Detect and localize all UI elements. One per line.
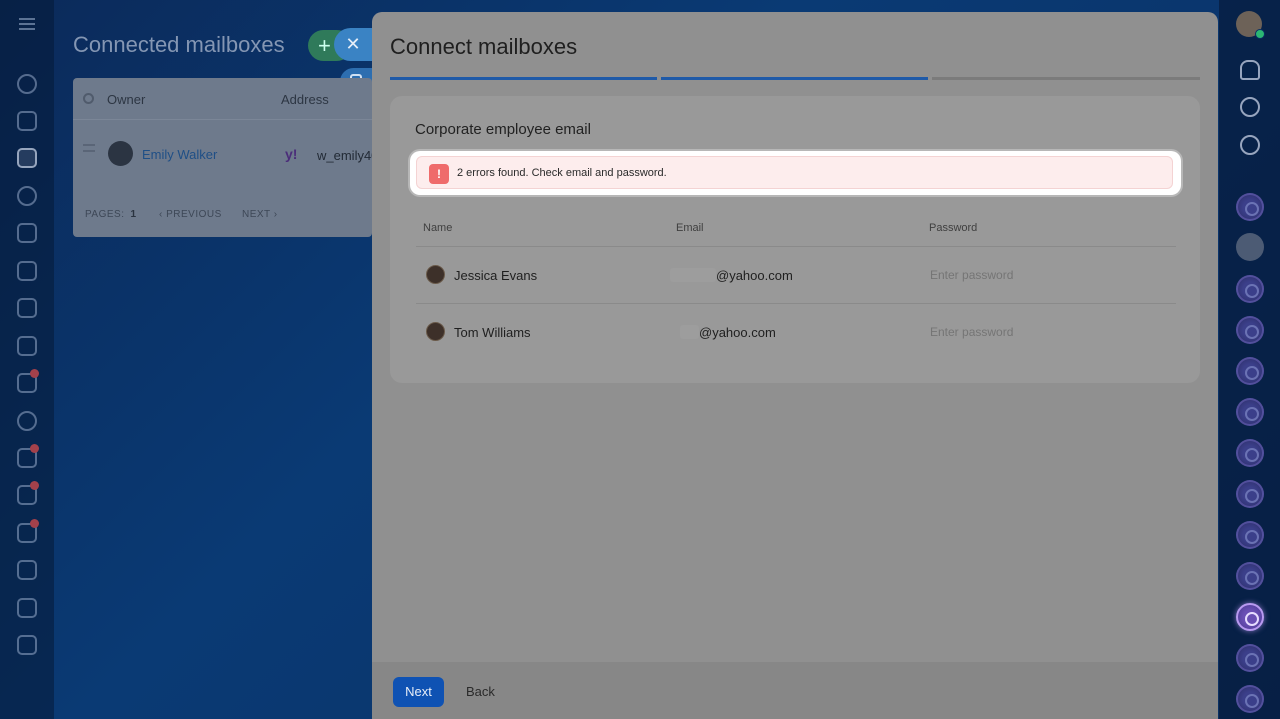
channel-icon[interactable] [1236, 275, 1264, 303]
warning-icon: ! [429, 164, 449, 184]
gear-icon[interactable] [83, 93, 94, 104]
channel-icon[interactable] [1236, 562, 1264, 590]
panel-title: Connect mailboxes [390, 34, 578, 59]
notification-badge [30, 481, 39, 490]
chat-icon[interactable] [17, 111, 37, 131]
channel-icon-active[interactable] [1236, 603, 1264, 631]
next-label: NEXT [242, 209, 271, 220]
next-button[interactable]: Next [393, 677, 444, 707]
sync-icon[interactable] [1240, 135, 1260, 155]
progress-step-3 [932, 77, 1200, 80]
next-page-button[interactable]: NEXT › [242, 209, 278, 220]
progress-step-2 [661, 77, 928, 80]
hexagon-icon[interactable] [17, 186, 37, 206]
divider [416, 246, 1176, 247]
avatar [426, 322, 445, 341]
close-panel-button[interactable]: ✕ [334, 28, 372, 61]
apps-icon[interactable] [17, 635, 37, 655]
left-sidebar [0, 0, 54, 719]
online-status-icon [1255, 29, 1265, 39]
panel-footer: Next Back [372, 662, 1218, 719]
pulse-icon[interactable] [17, 74, 37, 94]
notification-badge [30, 369, 39, 378]
channel-icon[interactable] [1236, 521, 1264, 549]
password-field[interactable] [930, 325, 1150, 339]
pagination-pages: PAGES: 1 [85, 209, 137, 220]
pages-label: PAGES: [85, 209, 125, 220]
channel-icon[interactable] [1236, 357, 1264, 385]
email-redacted [680, 325, 699, 339]
column-header-name: Name [423, 222, 453, 234]
notification-badge [30, 519, 39, 528]
database-icon[interactable] [17, 598, 37, 618]
progress-step-1 [390, 77, 657, 80]
section-title: Corporate employee email [415, 121, 591, 138]
bell-icon[interactable] [1240, 60, 1260, 80]
contacts-icon[interactable] [17, 411, 37, 431]
error-highlight: ! 2 errors found. Check email and passwo… [410, 151, 1181, 195]
owner-link[interactable]: Emily Walker [142, 147, 217, 162]
employee-email[interactable]: @yahoo.com [699, 325, 776, 340]
page-number[interactable]: 1 [131, 209, 137, 220]
channel-icon[interactable] [1236, 480, 1264, 508]
monitor-icon[interactable] [17, 298, 37, 318]
card-icon[interactable] [17, 336, 37, 356]
column-header-email: Email [676, 222, 704, 234]
feed-icon[interactable] [17, 148, 37, 168]
channel-icon[interactable] [1236, 193, 1264, 221]
channel-icon[interactable] [1236, 439, 1264, 467]
menu-icon[interactable] [17, 14, 37, 34]
employee-email-card: Corporate employee email Name Email Pass… [390, 96, 1200, 383]
divider [416, 303, 1176, 304]
channel-icon[interactable] [1236, 316, 1264, 344]
employee-email[interactable]: @yahoo.com [716, 268, 793, 283]
channel-icon[interactable] [1236, 685, 1264, 713]
connect-mailboxes-panel: Connect mailboxes Corporate employee ema… [372, 12, 1218, 719]
notification-badge [30, 444, 39, 453]
calendar-icon[interactable] [17, 223, 37, 243]
avatar [108, 141, 133, 166]
previous-page-button[interactable]: ‹ PREVIOUS [159, 209, 222, 220]
contact-avatar[interactable] [1236, 233, 1264, 261]
error-banner: ! 2 errors found. Check email and passwo… [416, 156, 1173, 189]
document-icon[interactable] [17, 261, 37, 281]
page-title: Connected mailboxes [73, 32, 285, 57]
mailbox-address: w_emily40 [317, 148, 372, 163]
email-redacted [670, 268, 716, 282]
channel-icon[interactable] [1236, 644, 1264, 672]
column-header-owner[interactable]: Owner [107, 92, 145, 107]
employee-name: Jessica Evans [454, 268, 538, 283]
avatar [426, 265, 445, 284]
previous-label: PREVIOUS [166, 209, 222, 220]
password-field[interactable] [930, 268, 1150, 282]
drag-handle-icon[interactable] [83, 144, 95, 152]
copilot-icon[interactable] [1240, 97, 1260, 117]
error-message: 2 errors found. Check email and password… [457, 167, 667, 179]
column-header-address[interactable]: Address [281, 92, 329, 107]
yahoo-icon: y! [285, 146, 298, 162]
column-header-password: Password [929, 222, 978, 234]
store-icon[interactable] [17, 560, 37, 580]
employee-name: Tom Williams [454, 325, 531, 340]
channel-icon[interactable] [1236, 398, 1264, 426]
back-button[interactable]: Back [466, 684, 495, 699]
mailboxes-table-card: Owner Address Emily Walker y! w_emily40 … [73, 78, 372, 237]
